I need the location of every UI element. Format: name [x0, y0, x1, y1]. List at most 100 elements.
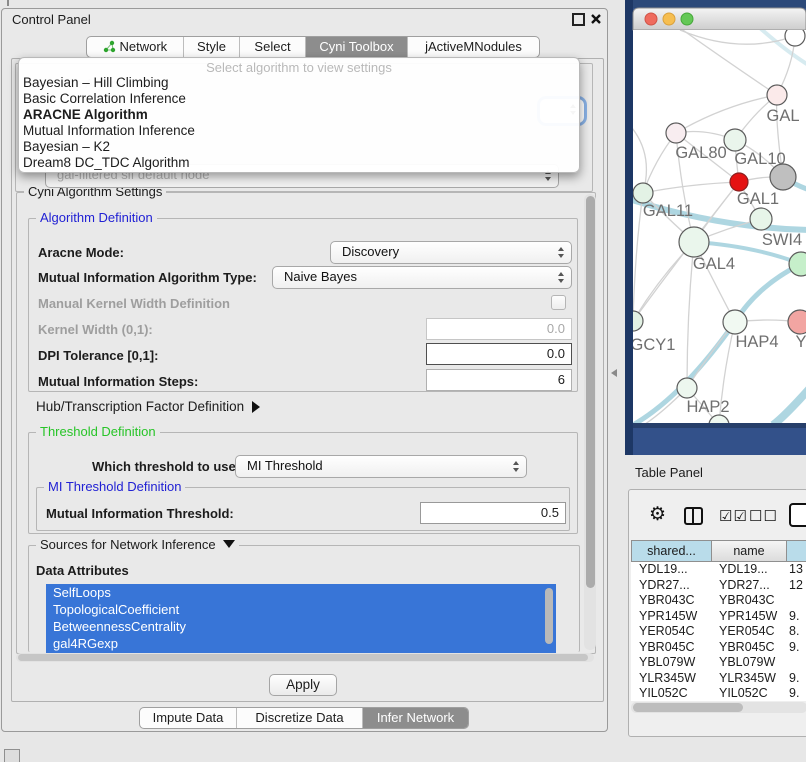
network-graph-icon [103, 40, 116, 53]
deselect-all-icon[interactable]: ☐☐ [749, 507, 778, 525]
apply-button[interactable]: Apply [269, 674, 337, 696]
popup-item-mutual-information[interactable]: Mutual Information Inference [19, 123, 579, 139]
list-item-topologicalcoefficient[interactable]: TopologicalCoefficient [46, 601, 556, 618]
window-top-edge [633, 0, 806, 8]
popup-placeholder: Select algorithm to view settings [19, 60, 579, 75]
label-hap2: HAP2 [686, 398, 729, 416]
table-row[interactable]: YBL079WYBL079W [631, 655, 806, 671]
data-attributes-label: Data Attributes [36, 563, 129, 578]
which-threshold-value: MI Threshold [247, 456, 323, 476]
column-header-shared-name[interactable]: shared... [631, 540, 712, 562]
node-hap4[interactable] [723, 310, 747, 334]
tab-network[interactable]: Network [87, 37, 183, 57]
kernel-width-field[interactable]: 0.0 [426, 318, 572, 340]
threshold-definition-title: Threshold Definition [36, 425, 160, 439]
dpi-tolerance-field[interactable]: 0.0 [426, 343, 572, 365]
network-view: GAL GAL80 GAL10 GAL1 GAL11 SWI4 GAL4 GCY… [625, 0, 806, 455]
tab-discretize-data[interactable]: Discretize Data [236, 708, 362, 728]
table-panel-title: Table Panel [635, 465, 703, 480]
node-gal4[interactable] [679, 227, 709, 257]
label-gcy1: GCY1 [631, 336, 676, 354]
node-gal80[interactable] [666, 123, 686, 143]
table-row[interactable]: YDL19...YDL19...13 [631, 562, 806, 578]
zoom-traffic-light[interactable] [681, 13, 693, 25]
mi-type-value: Naive Bayes [284, 267, 357, 287]
which-threshold-label: Which threshold to use: [92, 459, 240, 474]
list-item-betweennesscentrality[interactable]: BetweennessCentrality [46, 618, 556, 635]
column-header-extra[interactable] [786, 540, 806, 562]
data-attributes-list: SelfLoops TopologicalCoefficient Between… [46, 584, 556, 653]
node-gal-top[interactable] [767, 85, 787, 105]
function-builder-icon[interactable] [789, 503, 806, 527]
table-row[interactable]: YLR345WYLR345W9. [631, 671, 806, 687]
table-row[interactable]: YBR045CYBR045C9. [631, 640, 806, 656]
manual-kernel-checkbox[interactable] [551, 295, 566, 310]
mi-threshold-field[interactable]: 0.5 [420, 502, 566, 524]
label-gal4: GAL4 [693, 255, 735, 273]
settings-horizontal-scrollbar[interactable] [16, 653, 594, 662]
tab-style[interactable]: Style [183, 37, 239, 57]
select-all-icon[interactable]: ☑☑ [719, 507, 748, 525]
mi-type-label: Mutual Information Algorithm Type: [38, 270, 257, 285]
aracne-mode-value: Discovery [342, 242, 399, 262]
popup-item-aracne[interactable]: ARACNE Algorithm [19, 107, 579, 123]
table-row[interactable]: YIL052CYIL052C9. [631, 686, 806, 701]
node-gal1[interactable] [730, 173, 748, 191]
splitter-collapse-icon[interactable] [611, 369, 617, 377]
aracne-mode-label: Aracne Mode: [38, 245, 124, 260]
float-window-icon[interactable] [572, 13, 585, 26]
table-panel-frame: ⚙ ☑☑ ☐☐ shared... name YDL19...YDL19...1… [628, 489, 806, 737]
mi-type-combobox[interactable]: Naive Bayes [272, 266, 572, 289]
popup-item-bayesian-hill[interactable]: Bayesian – Hill Climbing [19, 75, 579, 91]
close-traffic-light[interactable] [645, 13, 657, 25]
label-hap4: HAP4 [735, 333, 778, 351]
minimize-traffic-light[interactable] [663, 13, 675, 25]
window-left-edge [625, 0, 633, 455]
node-gal11[interactable] [633, 183, 653, 203]
node-hap2[interactable] [677, 378, 697, 398]
popup-item-dream8[interactable]: Dream8 DC_TDC Algorithm [19, 155, 579, 171]
hub-definition-label: Hub/Transcription Factor Definition [36, 399, 244, 414]
window-shadow [633, 423, 806, 428]
settings-vertical-scrollbar[interactable] [584, 194, 596, 650]
gear-icon[interactable]: ⚙ [649, 503, 666, 526]
node-gal10[interactable] [724, 129, 746, 151]
label-gal-top: GAL [766, 107, 799, 125]
sources-title-label: Sources for Network Inference [40, 537, 216, 552]
aracne-mode-combobox[interactable]: Discovery [330, 241, 572, 264]
tab-infer-network[interactable]: Infer Network [362, 708, 468, 728]
label-gal10: GAL10 [734, 150, 785, 168]
split-columns-icon[interactable] [684, 507, 703, 525]
popup-item-basic-correlation[interactable]: Basic Correlation Inference [19, 91, 579, 107]
kernel-width-label: Kernel Width (0,1): [38, 322, 153, 337]
table-row[interactable]: YDR27...YDR27...12 [631, 578, 806, 594]
list-item-gal4rgexp[interactable]: gal4RGexp [46, 635, 556, 652]
mi-steps-field[interactable]: 6 [426, 369, 572, 391]
close-panel-icon[interactable] [590, 13, 602, 25]
expander-collapsed-icon [252, 401, 260, 413]
panel-title: Control Panel [12, 12, 91, 27]
hub-definition-expander[interactable]: Hub/Transcription Factor Definition [36, 399, 260, 414]
tab-impute-data[interactable]: Impute Data [140, 708, 236, 728]
column-header-name[interactable]: name [711, 540, 787, 562]
tab-select[interactable]: Select [239, 37, 305, 57]
table-row[interactable]: YBR043CYBR043C [631, 593, 806, 609]
list-item-selfloops[interactable]: SelfLoops [46, 584, 556, 601]
tab-cyni-toolbox[interactable]: Cyni Toolbox [305, 37, 407, 57]
table-rows: YDL19...YDL19...13 YDR27...YDR27...12 YB… [631, 562, 806, 701]
list-scrollbar-thumb[interactable] [545, 588, 553, 644]
sources-group-title[interactable]: Sources for Network Inference [36, 538, 239, 552]
which-threshold-combobox[interactable]: MI Threshold [235, 455, 527, 478]
network-window-titlebar[interactable] [633, 8, 806, 30]
minimized-panel-grip[interactable] [4, 749, 20, 762]
tab-jactivemnodules[interactable]: jActiveMNodules [407, 37, 539, 57]
table-row[interactable]: YER054CYER054C8. [631, 624, 806, 640]
node-salmon[interactable] [788, 310, 806, 334]
tab-label: Network [119, 39, 167, 54]
manual-kernel-label: Manual Kernel Width Definition [38, 296, 230, 311]
table-row[interactable]: YPR145WYPR145W9. [631, 609, 806, 625]
table-horizontal-scrollbar[interactable] [631, 702, 806, 713]
popup-item-bayesian-k2[interactable]: Bayesian – K2 [19, 139, 579, 155]
dpi-tolerance-label: DPI Tolerance [0,1]: [38, 348, 158, 363]
node-swi4[interactable] [750, 208, 772, 230]
